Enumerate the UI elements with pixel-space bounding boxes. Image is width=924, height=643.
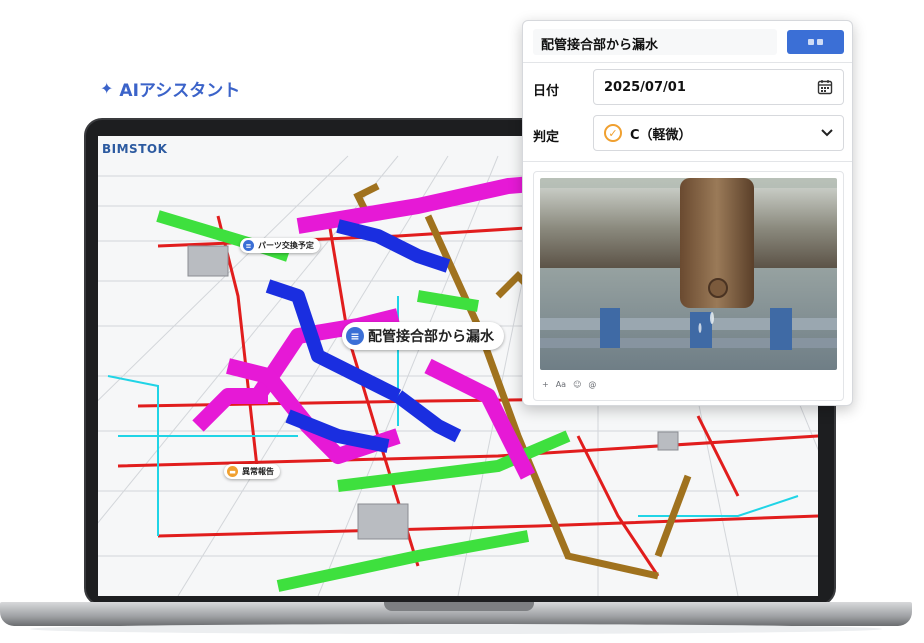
date-field[interactable]: 2025/07/01	[593, 69, 844, 105]
judge-select[interactable]: ✓ C（軽微）	[593, 115, 844, 151]
date-label: 日付	[533, 84, 560, 99]
submit-button[interactable]	[787, 30, 844, 54]
text-format-icon[interactable]: Aa	[556, 380, 566, 389]
issue-card: 配管接合部から漏水 日付 2025/07/01 判定 ✓ C（軽微） + Aa …	[522, 20, 853, 406]
stage: ✦ AIアシスタント BIMSTOK ≡ パーツ交換予定 ≡ 配管接合部から漏水…	[0, 0, 924, 643]
sparkle-icon: ✦	[100, 79, 114, 98]
laptop-notch	[384, 602, 534, 611]
pin-anomaly-report[interactable]: ▬ 異常報告	[224, 464, 280, 479]
folder-icon: ▬	[227, 466, 238, 477]
pin-parts-replacement[interactable]: ≡ パーツ交換予定	[240, 238, 320, 253]
button-dot	[808, 39, 814, 45]
issue-title-input[interactable]: 配管接合部から漏水	[533, 29, 777, 55]
chevron-down-icon	[821, 129, 833, 137]
document-icon: ≡	[346, 327, 364, 345]
card-divider	[523, 161, 852, 162]
emoji-icon[interactable]: ☺	[573, 380, 581, 389]
ai-assistant-label: AIアシスタント	[119, 81, 241, 101]
date-value: 2025/07/01	[604, 79, 686, 95]
laptop-shadow	[30, 624, 882, 634]
photo-attachment: + Aa ☺ @	[533, 171, 844, 401]
attachment-toolbar: + Aa ☺ @	[542, 380, 596, 389]
judge-selected: ✓ C（軽微）	[604, 124, 692, 143]
document-icon: ≡	[243, 240, 254, 251]
check-circle-icon: ✓	[604, 124, 622, 142]
pin-anomaly-label: 異常報告	[242, 467, 274, 476]
brand-logo: BIMSTOK	[102, 142, 168, 156]
pin-parts-label: パーツ交換予定	[258, 241, 314, 250]
judge-value: C（軽微）	[630, 127, 692, 143]
add-icon[interactable]: +	[542, 380, 549, 389]
pin-leak-label: 配管接合部から漏水	[368, 329, 494, 345]
leaking-pipe-photo[interactable]	[540, 178, 837, 370]
mention-icon[interactable]: @	[588, 380, 596, 389]
card-header: 配管接合部から漏水	[523, 21, 852, 63]
judge-label: 判定	[533, 130, 560, 145]
calendar-icon[interactable]	[817, 79, 833, 95]
pin-leak[interactable]: ≡ 配管接合部から漏水	[342, 322, 504, 350]
ai-assistant-header: ✦ AIアシスタント	[100, 76, 240, 101]
button-dot	[817, 39, 823, 45]
